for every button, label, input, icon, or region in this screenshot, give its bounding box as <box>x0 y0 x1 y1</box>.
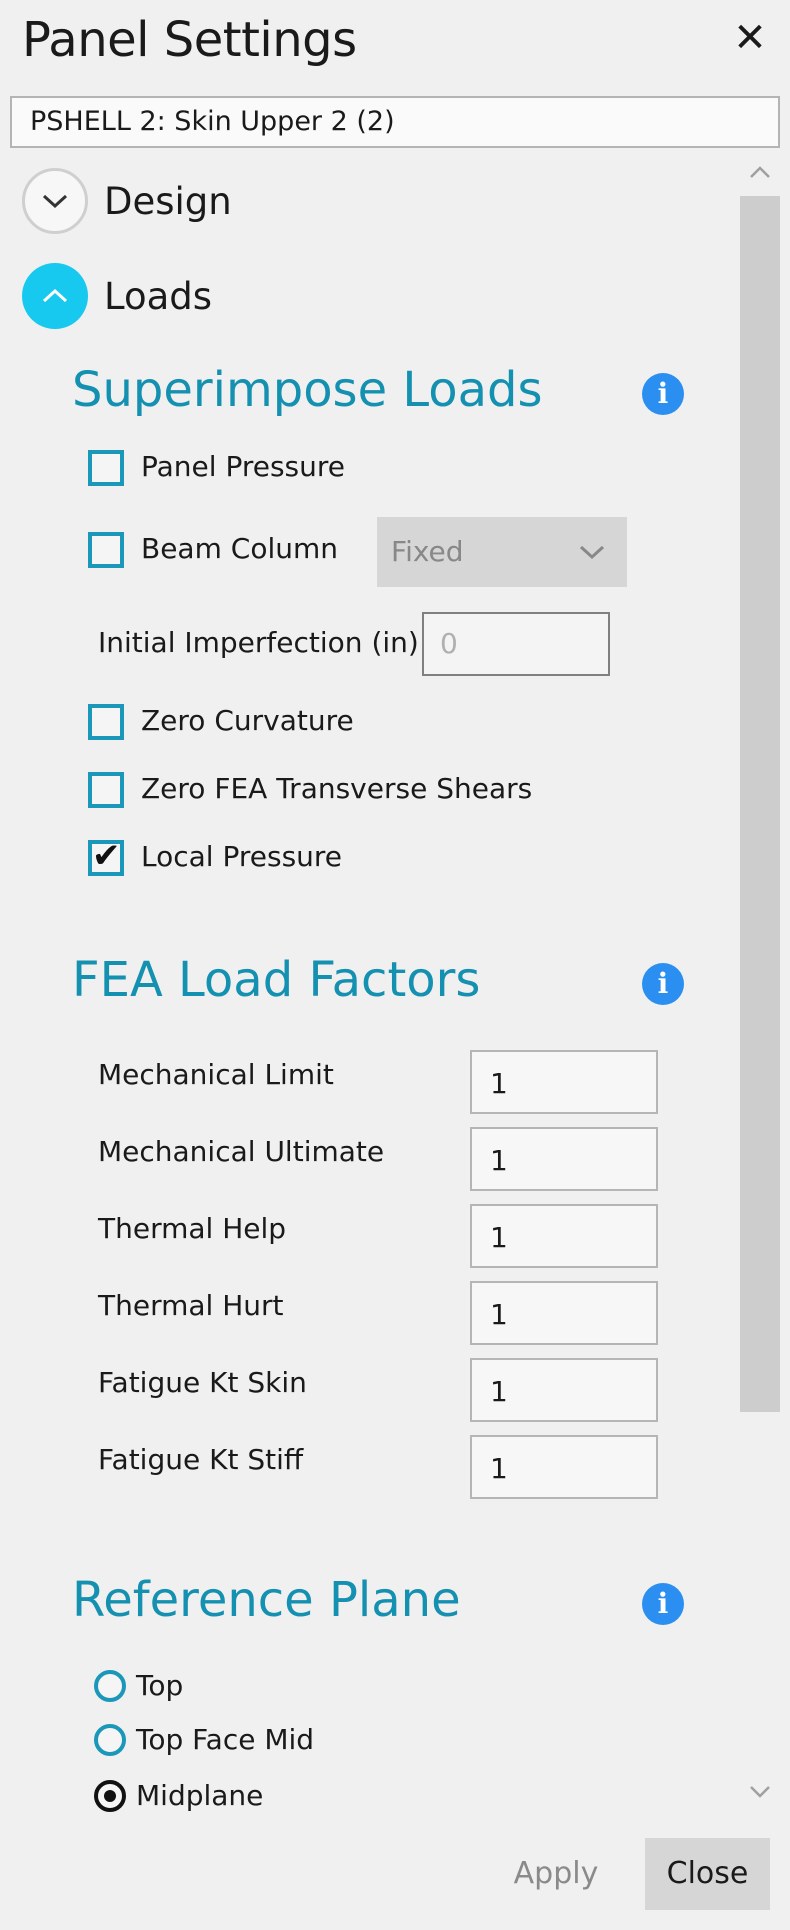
info-icon[interactable]: i <box>642 963 684 1005</box>
apply-button[interactable]: Apply <box>486 1838 626 1910</box>
dropdown-value: Fixed <box>391 535 464 568</box>
radio-selected-dot <box>104 1790 116 1802</box>
zero-curvature-checkbox[interactable] <box>88 704 124 740</box>
factor-input-fatigue-kt-stiff[interactable]: 1 <box>470 1435 658 1499</box>
factor-label-fatigue-kt-stiff: Fatigue Kt Stiff <box>98 1443 304 1476</box>
zero-fea-shears-label: Zero FEA Transverse Shears <box>141 772 533 805</box>
factor-input-mechanical-ultimate[interactable]: 1 <box>470 1127 658 1191</box>
loads-expander-button[interactable] <box>22 263 88 329</box>
zero-curvature-label: Zero Curvature <box>141 704 354 737</box>
scroll-up-icon[interactable] <box>738 160 782 192</box>
property-selector[interactable]: PSHELL 2: Skin Upper 2 (2) <box>10 96 780 148</box>
chevron-down-icon <box>579 517 605 587</box>
initial-imperfection-input: 0 <box>422 612 610 676</box>
radio-label-top: Top <box>136 1669 184 1702</box>
factor-input-thermal-help[interactable]: 1 <box>470 1204 658 1268</box>
radio-top[interactable] <box>94 1670 126 1702</box>
beam-column-label: Beam Column <box>141 532 338 565</box>
design-expander-button[interactable] <box>22 168 88 234</box>
scroll-down-icon[interactable] <box>738 1780 782 1812</box>
design-expander-label[interactable]: Design <box>104 180 232 223</box>
superimpose-loads-title: Superimpose Loads <box>72 362 543 418</box>
beam-column-mode-dropdown: Fixed <box>377 517 627 587</box>
vertical-scrollbar[interactable] <box>738 160 782 1815</box>
close-icon[interactable]: ✕ <box>730 18 770 58</box>
local-pressure-label: Local Pressure <box>141 840 343 873</box>
chevron-up-icon <box>42 288 68 303</box>
reference-plane-title: Reference Plane <box>72 1572 461 1628</box>
initial-imperfection-label: Initial Imperfection (in) <box>98 626 419 659</box>
loads-expander-label[interactable]: Loads <box>104 275 212 318</box>
panel-pressure-checkbox[interactable] <box>88 450 124 486</box>
window-title: Panel Settings <box>22 12 357 68</box>
chevron-down-icon <box>42 194 68 209</box>
close-button[interactable]: Close <box>645 1838 770 1910</box>
info-icon[interactable]: i <box>642 373 684 415</box>
info-icon[interactable]: i <box>642 1583 684 1625</box>
settings-scroll-area[interactable]: Design Loads Superimpose Loads i Panel P… <box>0 160 790 1815</box>
radio-midplane[interactable] <box>94 1780 126 1812</box>
fea-load-factors-title: FEA Load Factors <box>72 952 481 1008</box>
radio-top-face-mid[interactable] <box>94 1724 126 1756</box>
factor-input-thermal-hurt[interactable]: 1 <box>470 1281 658 1345</box>
factor-label-thermal-help: Thermal Help <box>98 1212 287 1245</box>
panel-pressure-label: Panel Pressure <box>141 450 345 483</box>
radio-label-midplane: Midplane <box>136 1779 264 1812</box>
checkmark-icon: ✔ <box>92 836 121 876</box>
factor-label-mechanical-limit: Mechanical Limit <box>98 1058 334 1091</box>
radio-label-top-face-mid: Top Face Mid <box>136 1723 315 1756</box>
factor-label-fatigue-kt-skin: Fatigue Kt Skin <box>98 1366 307 1399</box>
factor-label-thermal-hurt: Thermal Hurt <box>98 1289 284 1322</box>
beam-column-checkbox[interactable] <box>88 532 124 568</box>
factor-label-mechanical-ultimate: Mechanical Ultimate <box>98 1135 385 1168</box>
zero-fea-shears-checkbox[interactable] <box>88 772 124 808</box>
factor-input-fatigue-kt-skin[interactable]: 1 <box>470 1358 658 1422</box>
scrollbar-thumb[interactable] <box>740 196 780 1412</box>
local-pressure-checkbox[interactable]: ✔ <box>88 836 124 876</box>
factor-input-mechanical-limit[interactable]: 1 <box>470 1050 658 1114</box>
